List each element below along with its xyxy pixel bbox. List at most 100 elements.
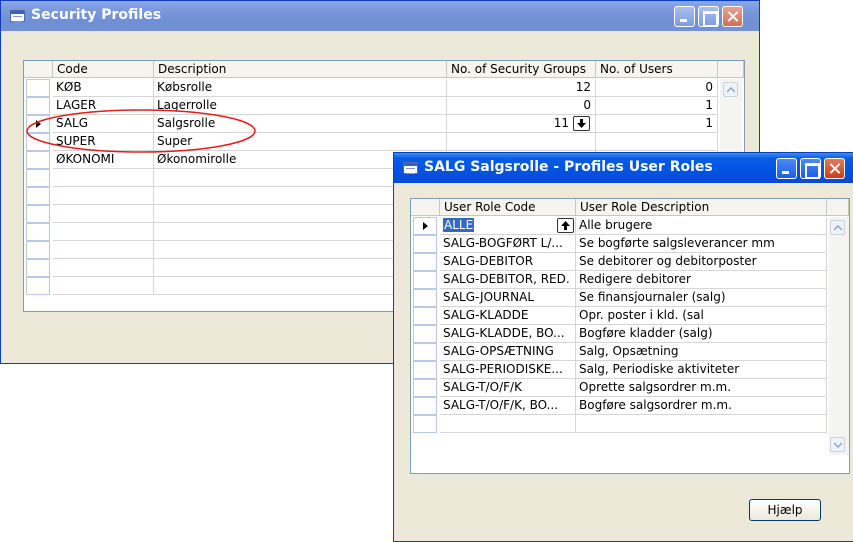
- table-row[interactable]: SALG-KLADDE, BO... Bogføre kladder (salg…: [411, 325, 827, 343]
- cell-empty[interactable]: [576, 415, 827, 433]
- cell-user-role-description[interactable]: Bogføre salgsordrer m.m.: [576, 397, 827, 415]
- maximize-icon[interactable]: [800, 158, 821, 179]
- row-selector[interactable]: [26, 223, 50, 241]
- window-title: SALG Salgsrolle - Profiles User Roles: [424, 159, 713, 175]
- cell-user-role-description[interactable]: Se finansjournaler (salg): [576, 289, 827, 307]
- column-header-description[interactable]: Description: [154, 61, 447, 78]
- table-row[interactable]: SALG-T/O/F/K Oprette salgsordrer m.m.: [411, 379, 827, 397]
- cell-description[interactable]: Købsrolle: [154, 79, 447, 97]
- row-selector[interactable]: [413, 361, 437, 379]
- cell-user-role-description[interactable]: Salg, Opsætning: [576, 343, 827, 361]
- header-spacer: [718, 61, 744, 78]
- cell-users[interactable]: 0: [596, 79, 718, 97]
- cell-user-role-code[interactable]: SALG-OPSÆTNING: [440, 343, 576, 361]
- cell-user-role-code[interactable]: SALG-PERIODISKE...: [440, 361, 576, 379]
- close-icon[interactable]: [722, 6, 743, 27]
- cell-user-role-code[interactable]: SALG-T/O/F/K: [440, 379, 576, 397]
- cell-user-role-code[interactable]: SALG-KLADDE, BO...: [440, 325, 576, 343]
- row-selector[interactable]: [413, 289, 437, 307]
- cell-user-role-description[interactable]: Oprette salgsordrer m.m.: [576, 379, 827, 397]
- cell-empty[interactable]: [53, 187, 154, 205]
- profile-user-roles-titlebar[interactable]: SALG Salgsrolle - Profiles User Roles: [394, 153, 853, 183]
- row-selector[interactable]: [26, 187, 50, 205]
- table-row[interactable]: SALG-PERIODISKE... Salg, Periodiske akti…: [411, 361, 827, 379]
- cell-groups[interactable]: [447, 133, 596, 151]
- column-header-security-groups[interactable]: No. of Security Groups: [447, 61, 596, 78]
- maximize-icon[interactable]: [698, 6, 719, 27]
- cell-user-role-code[interactable]: SALG-DEBITOR, RED.: [440, 271, 576, 289]
- column-header-users[interactable]: No. of Users: [596, 61, 718, 78]
- cell-users[interactable]: 1: [596, 97, 718, 115]
- row-selector[interactable]: [413, 235, 437, 253]
- cell-user-role-code[interactable]: SALG-T/O/F/K, BO...: [440, 397, 576, 415]
- table-row[interactable]: KØB Købsrolle 12 0: [24, 79, 744, 97]
- row-selector[interactable]: [26, 205, 50, 223]
- row-selector[interactable]: [413, 379, 437, 397]
- security-profiles-titlebar[interactable]: Security Profiles: [1, 1, 759, 31]
- row-pointer-icon[interactable]: [413, 217, 437, 235]
- cell-user-role-description[interactable]: Redigere debitorer: [576, 271, 827, 289]
- cell-empty[interactable]: [53, 205, 154, 223]
- vertical-scrollbar[interactable]: [829, 217, 849, 455]
- cell-user-role-description[interactable]: Opr. poster i kld. (sal: [576, 307, 827, 325]
- table-row[interactable]: SALG-KLADDE Opr. poster i kld. (sal: [411, 307, 827, 325]
- row-selector[interactable]: [26, 79, 50, 97]
- cell-empty[interactable]: [53, 241, 154, 259]
- cell-users[interactable]: 1: [596, 115, 718, 133]
- row-selector[interactable]: [26, 277, 50, 295]
- minimize-icon[interactable]: [776, 158, 797, 179]
- lookup-arrow-icon[interactable]: [557, 218, 574, 233]
- cell-user-role-code[interactable]: ALLE: [440, 217, 576, 235]
- user-roles-grid: User Role Code User Role Description ALL…: [410, 198, 850, 474]
- cell-empty[interactable]: [440, 415, 576, 433]
- table-row[interactable]: ALLE Alle brugere: [411, 217, 827, 235]
- row-selector[interactable]: [26, 259, 50, 277]
- column-header-user-role-code[interactable]: User Role Code: [440, 199, 576, 216]
- cell-groups[interactable]: 0: [447, 97, 596, 115]
- help-button[interactable]: Hjælp: [749, 499, 821, 521]
- minimize-icon[interactable]: [674, 6, 695, 27]
- cell-empty[interactable]: [53, 223, 154, 241]
- window-title: Security Profiles: [31, 7, 162, 23]
- cell-user-role-code[interactable]: SALG-KLADDE: [440, 307, 576, 325]
- window-icon: [10, 10, 25, 22]
- table-row[interactable]: SALG-T/O/F/K, BO... Bogføre salgsordrer …: [411, 397, 827, 415]
- table-row[interactable]: SALG-JOURNAL Se finansjournaler (salg): [411, 289, 827, 307]
- scroll-up-icon[interactable]: [723, 82, 738, 97]
- empty-row[interactable]: [411, 415, 827, 433]
- column-header-code[interactable]: Code: [53, 61, 154, 78]
- cell-groups[interactable]: 12: [447, 79, 596, 97]
- cell-users[interactable]: [596, 133, 718, 151]
- close-icon[interactable]: [824, 158, 845, 179]
- row-selector[interactable]: [413, 343, 437, 361]
- cell-code[interactable]: KØB: [53, 79, 154, 97]
- table-row[interactable]: SALG-OPSÆTNING Salg, Opsætning: [411, 343, 827, 361]
- table-row[interactable]: SALG-BOGFØRT L/... Se bogførte salgsleve…: [411, 235, 827, 253]
- cell-user-role-code[interactable]: SALG-JOURNAL: [440, 289, 576, 307]
- row-selector[interactable]: [413, 325, 437, 343]
- cell-user-role-description[interactable]: Se debitorer og debitorposter: [576, 253, 827, 271]
- row-selector[interactable]: [26, 169, 50, 187]
- table-row[interactable]: SALG-DEBITOR Se debitorer og debitorpost…: [411, 253, 827, 271]
- cell-user-role-code[interactable]: SALG-BOGFØRT L/...: [440, 235, 576, 253]
- cell-user-role-description[interactable]: Salg, Periodiske aktiviteter: [576, 361, 827, 379]
- row-selector[interactable]: [413, 307, 437, 325]
- cell-empty[interactable]: [53, 259, 154, 277]
- cell-user-role-code[interactable]: SALG-DEBITOR: [440, 253, 576, 271]
- cell-user-role-description[interactable]: Alle brugere: [576, 217, 827, 235]
- row-selector[interactable]: [413, 253, 437, 271]
- lookup-arrow-icon[interactable]: [573, 116, 590, 131]
- row-selector[interactable]: [413, 415, 437, 433]
- row-selector[interactable]: [26, 241, 50, 259]
- header-spacer: [827, 199, 849, 216]
- table-row[interactable]: SALG-DEBITOR, RED. Redigere debitorer: [411, 271, 827, 289]
- cell-user-role-description[interactable]: Bogføre kladder (salg): [576, 325, 827, 343]
- row-selector[interactable]: [413, 271, 437, 289]
- row-selector[interactable]: [413, 397, 437, 415]
- column-header-user-role-description[interactable]: User Role Description: [576, 199, 827, 216]
- cell-user-role-description[interactable]: Se bogførte salgsleverancer mm: [576, 235, 827, 253]
- cell-empty[interactable]: [53, 169, 154, 187]
- scroll-up-icon[interactable]: [830, 220, 845, 235]
- scroll-down-icon[interactable]: [830, 437, 845, 452]
- cell-empty[interactable]: [53, 277, 154, 295]
